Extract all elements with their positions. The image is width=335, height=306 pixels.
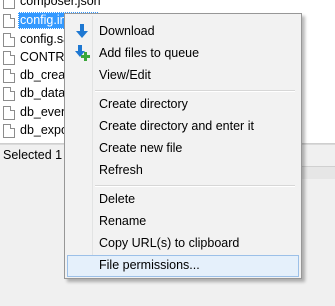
menu-item-create-directory-and-enter[interactable]: Create directory and enter it [67,116,299,137]
menu-item-label: Download [99,24,155,38]
file-icon [3,32,15,47]
file-name: db_creat [20,68,69,82]
menu-item-create-directory[interactable]: Create directory [67,94,299,115]
file-name: db_expo [20,123,68,137]
menu-item-label: Refresh [99,163,143,177]
file-name: config.sa [20,32,71,46]
menu-item-label: Copy URL(s) to clipboard [99,236,240,250]
menu-item-delete[interactable]: Delete [67,189,299,210]
menu-item-refresh[interactable]: Refresh [67,160,299,181]
file-name: composer.json [20,0,101,8]
menu-item-label: Rename [99,214,147,228]
context-menu: Download Add files to queue View/Edit Cr… [64,13,302,279]
menu-item-download[interactable]: Download [67,21,299,42]
menu-item-label: Create new file [99,141,183,155]
file-row[interactable]: composer.json [0,0,335,11]
file-icon [3,50,15,65]
file-icon [3,123,15,138]
menu-item-create-new-file[interactable]: Create new file [67,138,299,159]
menu-item-rename[interactable]: Rename [67,211,299,232]
menu-item-label: View/Edit [99,68,151,82]
file-icon [3,86,15,101]
menu-separator [95,185,295,187]
menu-item-file-permissions[interactable]: File permissions... [67,255,299,277]
file-name: CONTRI [20,50,68,64]
menu-item-add-files-to-queue[interactable]: Add files to queue [67,43,299,64]
file-name: db_even [20,105,68,119]
download-arrow-icon [76,24,88,38]
file-icon [3,68,15,83]
status-text: Selected 1 fi [3,148,72,162]
file-icon [3,105,15,120]
menu-item-label: File permissions... [99,258,200,272]
menu-separator [95,90,295,92]
menu-item-copy-urls[interactable]: Copy URL(s) to clipboard [67,233,299,254]
menu-item-label: Delete [99,192,136,206]
menu-item-label: Add files to queue [99,46,200,60]
horizontal-scrollbar[interactable] [300,166,335,179]
menu-item-label: Create directory and enter it [99,119,254,133]
file-icon [3,0,15,9]
menu-item-view-edit[interactable]: View/Edit [67,65,299,86]
menu-item-label: Create directory [99,97,188,111]
add-to-queue-icon [75,45,90,61]
file-icon [3,13,15,28]
